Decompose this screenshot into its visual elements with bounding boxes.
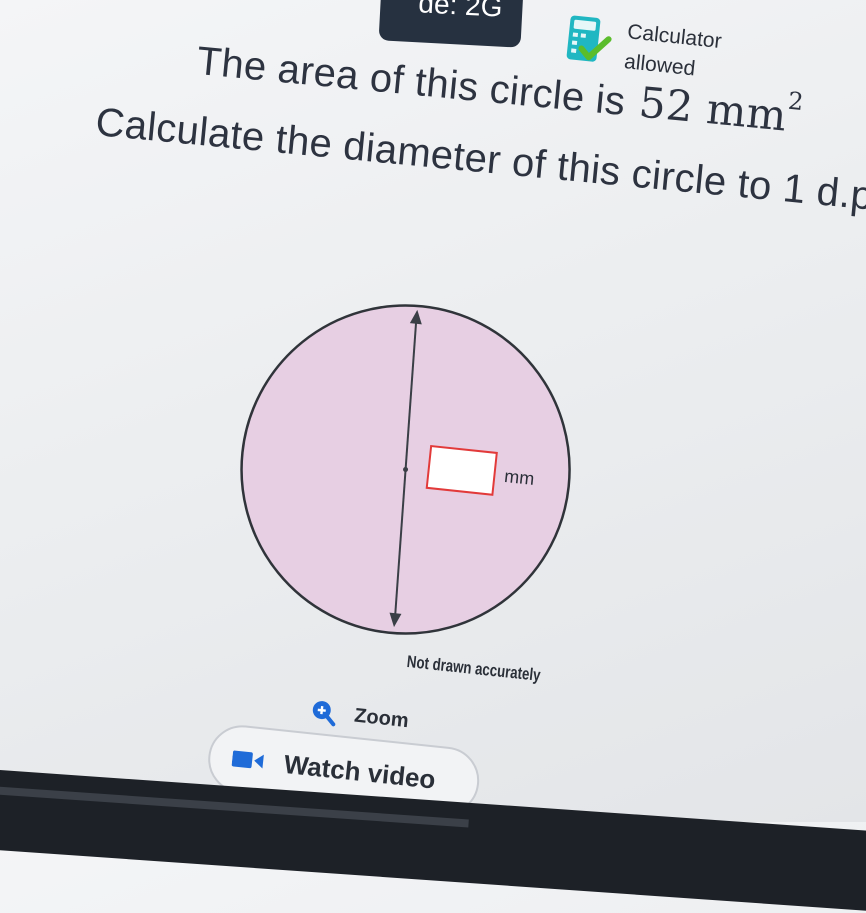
not-drawn-accurately-note: Not drawn accurately	[406, 652, 542, 685]
area-unit: mm	[704, 84, 789, 141]
video-icon	[231, 750, 264, 769]
question-code: de: 2G	[417, 0, 504, 23]
calculator-check-icon	[566, 15, 612, 62]
question-code-badge: de: 2G	[378, 0, 524, 48]
zoom-in-icon	[312, 701, 336, 727]
area-power: 2	[786, 86, 805, 117]
area-value: 52	[636, 77, 696, 132]
circle-figure: mm	[240, 304, 571, 635]
area-value-math: 52 mm2	[636, 77, 805, 142]
zoom-button[interactable]: Zoom	[309, 698, 410, 734]
answer-unit: mm	[503, 466, 535, 489]
zoom-label: Zoom	[353, 704, 410, 732]
watch-video-label: Watch video	[282, 748, 437, 795]
answer-input[interactable]	[425, 444, 498, 496]
